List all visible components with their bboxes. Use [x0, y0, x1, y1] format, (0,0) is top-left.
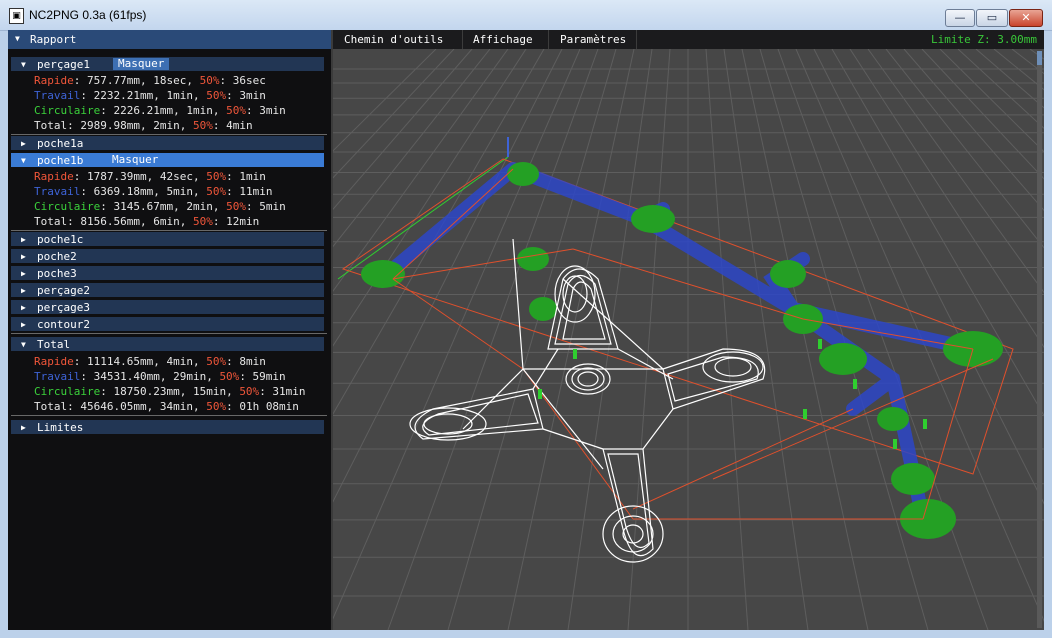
- section-name: Total: [37, 338, 71, 351]
- section-poche1b[interactable]: ▼ poche1b Masquer: [11, 153, 324, 167]
- section-percage3[interactable]: ▶ perçage3: [11, 300, 324, 314]
- stat-total: Total: 45646.05mm, 34min, 50%: 01h 08min: [34, 400, 299, 413]
- viewport-scrollbar[interactable]: [1037, 51, 1042, 628]
- collapse-triangle-icon: ▼: [21, 340, 26, 349]
- z-limit-readout: Limite Z: 3.00mm: [931, 33, 1037, 46]
- section-limites[interactable]: ▶ Limites: [11, 420, 324, 434]
- menu-display[interactable]: Affichage: [473, 33, 533, 46]
- stat-circulaire: Circulaire: 2226.21mm, 1min, 50%: 3min: [34, 104, 286, 117]
- collapse-triangle-icon: ▼: [21, 156, 26, 165]
- section-poche2[interactable]: ▶ poche2: [11, 249, 324, 263]
- viewport-menu-bar: Chemin d'outils Affichage Paramètres Lim…: [333, 30, 1044, 49]
- expand-triangle-icon: ▶: [21, 235, 26, 244]
- section-name: poche1c: [37, 233, 84, 246]
- hide-button-poche1b[interactable]: Masquer: [107, 154, 164, 166]
- stat-travail: Travail: 6369.18mm, 5min, 50%: 11min: [34, 185, 273, 198]
- expand-triangle-icon: ▶: [21, 286, 26, 295]
- expand-triangle-icon: ▶: [21, 320, 26, 329]
- stat-rapide: Rapide: 11114.65mm, 4min, 50%: 8min: [34, 355, 266, 368]
- minimize-button[interactable]: —: [945, 9, 975, 27]
- report-panel-header[interactable]: ▼ Rapport: [8, 30, 331, 49]
- menu-divider: [636, 30, 637, 49]
- section-total[interactable]: ▼ Total: [11, 337, 324, 351]
- collapse-triangle-icon: ▼: [15, 34, 20, 43]
- section-name: poche1b: [37, 154, 84, 167]
- stat-total: Total: 8156.56mm, 6min, 50%: 12min: [34, 215, 260, 228]
- section-name: contour2: [37, 318, 90, 331]
- stat-rapide: Rapide: 1787.39mm, 42sec, 50%: 1min: [34, 170, 266, 183]
- collapse-triangle-icon: ▼: [21, 60, 26, 69]
- divider: [11, 333, 327, 334]
- app-client-area: ▼ Rapport ▼ perçage1 Masquer Rapide: 757…: [8, 30, 1044, 630]
- section-name: perçage3: [37, 301, 90, 314]
- expand-triangle-icon: ▶: [21, 139, 26, 148]
- section-name: Limites: [37, 421, 84, 434]
- section-poche1a[interactable]: ▶ poche1a: [11, 136, 324, 150]
- expand-triangle-icon: ▶: [21, 303, 26, 312]
- section-name: perçage1: [37, 58, 90, 71]
- section-name: poche1a: [37, 137, 84, 150]
- report-panel-title: Rapport: [30, 33, 77, 46]
- divider: [11, 415, 327, 416]
- section-percage1[interactable]: ▼ perçage1 Masquer: [11, 57, 324, 71]
- stat-travail: Travail: 34531.40mm, 29min, 50%: 59min: [34, 370, 286, 383]
- menu-divider: [548, 30, 549, 49]
- stat-rapide: Rapide: 757.77mm, 18sec, 50%: 36sec: [34, 74, 266, 87]
- section-name: poche3: [37, 267, 77, 280]
- section-percage2[interactable]: ▶ perçage2: [11, 283, 324, 297]
- close-button[interactable]: ✕: [1009, 9, 1043, 27]
- maximize-button[interactable]: ▭: [976, 9, 1008, 27]
- stat-travail: Travail: 2232.21mm, 1min, 50%: 3min: [34, 89, 266, 102]
- window-title-bar: ▣ NC2PNG 0.3a (61fps) — ▭ ✕: [0, 0, 1052, 31]
- divider: [11, 134, 327, 135]
- report-panel: ▼ Rapport ▼ perçage1 Masquer Rapide: 757…: [8, 30, 333, 630]
- toolpath-render: [8, 48, 1044, 630]
- menu-divider: [462, 30, 463, 49]
- scrollbar-thumb[interactable]: [1037, 51, 1042, 65]
- 3d-viewport[interactable]: [8, 48, 1044, 630]
- menu-toolpath[interactable]: Chemin d'outils: [344, 33, 443, 46]
- section-name: perçage2: [37, 284, 90, 297]
- menu-settings[interactable]: Paramètres: [560, 33, 626, 46]
- section-poche1c[interactable]: ▶ poche1c: [11, 232, 324, 246]
- divider: [11, 230, 327, 231]
- section-name: poche2: [37, 250, 77, 263]
- section-poche3[interactable]: ▶ poche3: [11, 266, 324, 280]
- stat-circulaire: Circulaire: 18750.23mm, 15min, 50%: 31mi…: [34, 385, 306, 398]
- hide-button-percage1[interactable]: Masquer: [113, 58, 170, 70]
- stat-total: Total: 2989.98mm, 2min, 50%: 4min: [34, 119, 253, 132]
- expand-triangle-icon: ▶: [21, 269, 26, 278]
- section-contour2[interactable]: ▶ contour2: [11, 317, 324, 331]
- app-icon: ▣: [9, 8, 24, 24]
- expand-triangle-icon: ▶: [21, 423, 26, 432]
- expand-triangle-icon: ▶: [21, 252, 26, 261]
- stat-circulaire: Circulaire: 3145.67mm, 2min, 50%: 5min: [34, 200, 286, 213]
- window-title: NC2PNG 0.3a (61fps): [29, 8, 147, 22]
